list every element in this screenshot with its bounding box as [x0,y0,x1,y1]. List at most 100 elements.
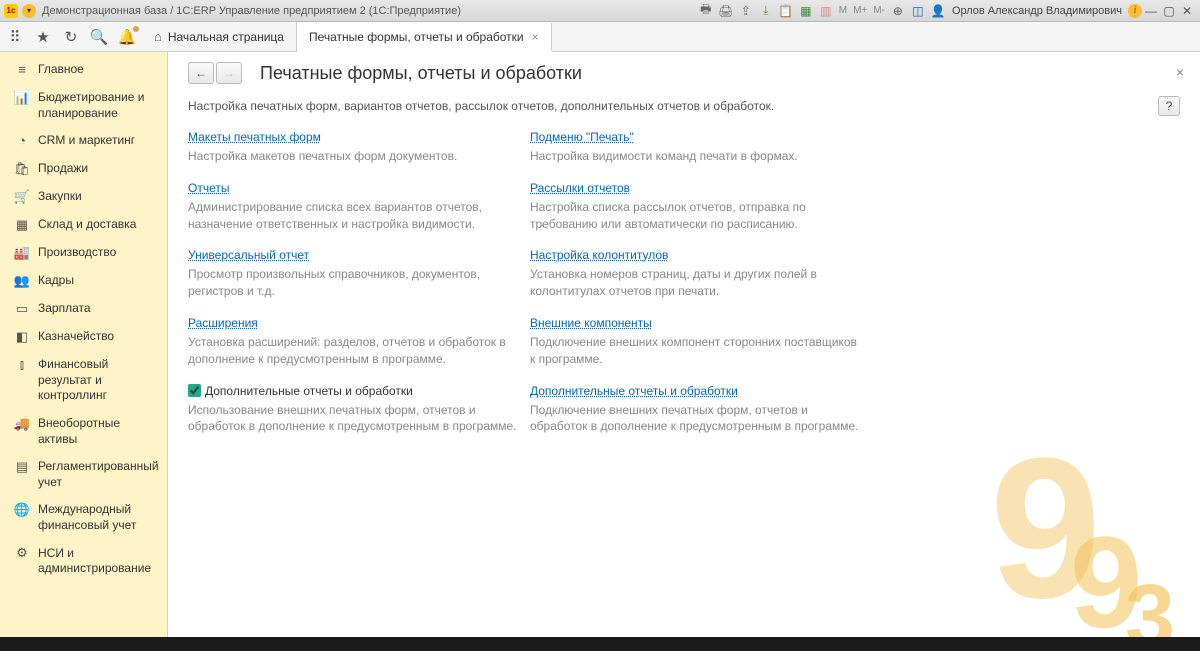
sidebar-item-hr[interactable]: 👥Кадры [0,267,167,295]
tab-close-icon[interactable]: × [532,30,539,44]
sidebar-item-budget[interactable]: 📊Бюджетирование и планирование [0,84,167,127]
checkbox-additional-reports[interactable] [188,384,201,397]
sidebar-item-label: Внеоборотные активы [38,416,157,447]
tab-print-forms[interactable]: Печатные формы, отчеты и обработки × [297,23,552,52]
section-external: Внешние компоненты Подключение внешних к… [530,316,860,368]
sidebar-item-label: Зарплата [38,301,157,317]
link-extensions[interactable]: Расширения [188,316,258,330]
sidebar-item-crm[interactable]: ◔ CRM и маркетинг [0,127,167,155]
window-minimize-button[interactable]: — [1142,4,1160,18]
clipboard-icon[interactable]: 📋 [778,3,794,19]
cart-icon: 🛒 [14,189,30,205]
sidebar-item-main[interactable]: ≡Главное [0,56,167,84]
link-templates[interactable]: Макеты печатных форм [188,130,321,144]
checkbox-label: Дополнительные отчеты и обработки [205,384,413,398]
m-minus-button[interactable]: M- [872,5,886,16]
sidebar-item-manufacturing[interactable]: 🏭Производство [0,239,167,267]
page-subtitle: Настройка печатных форм, вариантов отчет… [188,99,774,113]
sidebar-item-label: Кадры [38,273,157,289]
sidebar-item-purchases[interactable]: 🛒Закупки [0,183,167,211]
sidebar-item-treasury[interactable]: ◧Казначейство [0,323,167,351]
nav-back-button[interactable]: ← [188,62,214,84]
desc-report-distribution: Настройка списка рассылок отчетов, отпра… [530,199,860,233]
window-title: Демонстрационная база / 1С:ERP Управлени… [42,5,698,17]
sidebar-item-ifrs[interactable]: 🌐Международный финансовый учет [0,496,167,539]
settings-columns: Макеты печатных форм Настройка макетов п… [168,130,1200,451]
desc-extensions: Установка расширений: разделов, отчетов … [188,334,518,368]
link-print-submenu[interactable]: Подменю "Печать" [530,130,634,144]
app-logo-icon: 1c [4,4,18,18]
calc-icon[interactable]: ▥ [818,3,834,19]
main-toolbar: ⠿ ★ ↻ 🔍 🔔 ⌂ Начальная страница Печатные … [0,22,1200,52]
desc-additional-reports: Подключение внешних печатных форм, отчет… [530,402,860,436]
sidebar-item-warehouse[interactable]: ▦Склад и доставка [0,211,167,239]
sidebar-item-admin[interactable]: ⚙НСИ и администрирование [0,540,167,583]
section-additional: Дополнительные отчеты и обработки Подклю… [530,384,860,436]
section-print-submenu: Подменю "Печать" Настройка видимости ком… [530,130,860,165]
ledger-icon: ▤ [14,459,30,475]
bag-icon: 🛍 [14,161,30,177]
content-close-button[interactable]: × [1176,64,1184,80]
pie-icon: ◔ [14,133,30,149]
link-report-distribution[interactable]: Рассылки отчетов [530,181,630,195]
sidebar-item-salary[interactable]: ▭Зарплата [0,295,167,323]
svg-text:9: 9 [1070,509,1142,637]
section-extensions: Расширения Установка расширений: раздело… [188,316,518,368]
m-button[interactable]: M [838,5,848,16]
bell-icon[interactable]: 🔔 [118,28,136,46]
tab-home[interactable]: ⌂ Начальная страница [142,22,297,51]
sidebar-item-label: Международный финансовый учет [38,502,157,533]
sidebar-item-controlling[interactable]: ⫾Финансовый результат и контроллинг [0,351,167,410]
help-button[interactable]: ? [1158,96,1180,116]
apps-icon[interactable]: ⠿ [6,28,24,46]
desc-templates: Настройка макетов печатных форм документ… [188,148,518,165]
nav-forward-button[interactable]: → [216,62,242,84]
print-icon[interactable]: 🖶 [698,3,714,19]
info-icon[interactable]: i [1128,4,1142,18]
notification-badge [133,26,139,32]
download-icon[interactable]: ⤓ [758,3,774,19]
link-universal-report[interactable]: Универсальный отчет [188,248,309,262]
titlebar-dropdown-icon[interactable]: ▾ [22,4,36,18]
section-universal: Универсальный отчет Просмотр произвольны… [188,248,518,300]
svg-text:3: 3 [1125,567,1175,637]
factory-icon: 🏭 [14,245,30,261]
current-user[interactable]: Орлов Александр Владимирович [952,5,1122,17]
home-icon: ⌂ [154,29,162,44]
sidebar-item-label: CRM и маркетинг [38,133,157,149]
window-restore-button[interactable]: ▢ [1160,4,1178,18]
m-plus-button[interactable]: M+ [852,5,868,16]
link-external-components[interactable]: Внешние компоненты [530,316,652,330]
section-headers: Настройка колонтитулов Установка номеров… [530,248,860,300]
star-icon[interactable]: ★ [34,28,52,46]
gear-icon: ⚙ [14,546,30,562]
link-reports[interactable]: Отчеты [188,181,229,195]
section-reports: Отчеты Администрирование списка всех вар… [188,181,518,233]
section-templates: Макеты печатных форм Настройка макетов п… [188,130,518,165]
window-close-button[interactable]: ✕ [1178,4,1196,18]
settings-right-column: Подменю "Печать" Настройка видимости ком… [530,130,860,451]
sidebar-item-label: Продажи [38,161,157,177]
chart-icon: 📊 [14,90,30,106]
link-headers-footers[interactable]: Настройка колонтитулов [530,248,668,262]
sidebar-item-label: Финансовый результат и контроллинг [38,357,157,404]
link-additional-reports[interactable]: Дополнительные отчеты и обработки [530,384,738,398]
sidebar-item-regulated[interactable]: ▤Регламентированный учет [0,453,167,496]
sidebar-item-assets[interactable]: 🚚Внеоборотные активы [0,410,167,453]
share-icon[interactable]: ⇪ [738,3,754,19]
section-distribution: Рассылки отчетов Настройка списка рассыл… [530,181,860,233]
checkbox-row: Дополнительные отчеты и обработки [188,384,518,398]
sidebar-item-sales[interactable]: 🛍 Продажи [0,155,167,183]
sidebar-item-label: Склад и доставка [38,217,157,233]
calendar-icon[interactable]: ▦ [798,3,814,19]
tab-active-label: Печатные формы, отчеты и обработки [309,30,524,44]
user-icon: 👤 [930,3,946,19]
history-icon[interactable]: ↻ [62,28,80,46]
section-additional-check: Дополнительные отчеты и обработки Исполь… [188,384,518,436]
main-area: ≡Главное 📊Бюджетирование и планирование … [0,52,1200,637]
zoom-in-icon[interactable]: ⊕ [890,3,906,19]
printer-icon[interactable]: 🖨 [718,3,734,19]
windows-icon[interactable]: ◫ [910,3,926,19]
page-subtitle-row: Настройка печатных форм, вариантов отчет… [168,92,1200,130]
search-icon[interactable]: 🔍 [90,28,108,46]
